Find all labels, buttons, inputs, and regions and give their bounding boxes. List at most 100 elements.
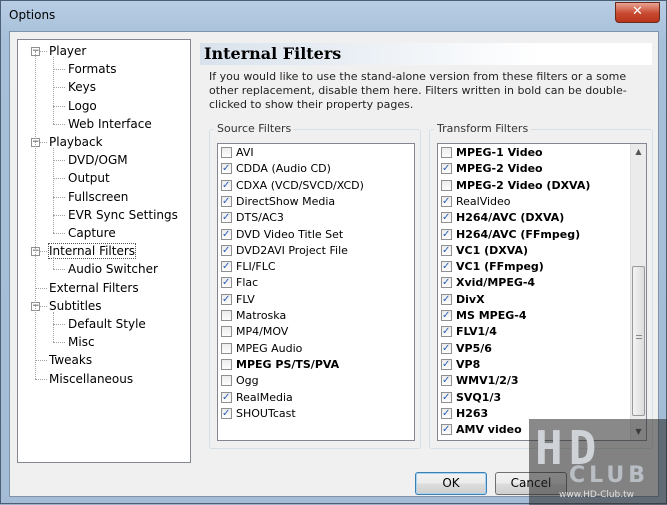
tree-item[interactable]: Web Interface xyxy=(68,115,152,133)
title-bar[interactable]: Options ✕ xyxy=(1,1,666,31)
tree-item-label: Playback xyxy=(49,135,103,149)
filter-checkbox[interactable] xyxy=(441,275,452,291)
filter-checkbox[interactable] xyxy=(221,147,232,158)
tree-item-label: Misc xyxy=(68,335,95,350)
filter-label: H263 xyxy=(456,406,489,420)
filter-label: CDDA (Audio CD) xyxy=(236,162,331,176)
window-title: Options xyxy=(9,8,56,22)
filter-checkbox[interactable] xyxy=(441,406,452,422)
tree-item-label: Subtitles xyxy=(49,298,102,313)
tree-item[interactable]: Formats xyxy=(68,60,117,78)
filter-checkbox[interactable] xyxy=(221,326,232,338)
tree-item[interactable]: Misc xyxy=(68,333,95,351)
tree-item[interactable]: Playback xyxy=(49,133,103,151)
filter-label: WMV1/2/3 xyxy=(456,374,519,388)
transform-filters-group: Transform Filters AMV video H263 SVQ1/3 WMV… xyxy=(429,122,653,449)
filter-checkbox[interactable] xyxy=(221,375,232,387)
filter-label: VP8 xyxy=(456,357,481,371)
filter-label: MPEG-2 Video (DXVA) xyxy=(456,178,591,192)
filter-label: MP4/MOV xyxy=(236,325,289,339)
tree-item-label: Default Style xyxy=(68,317,146,331)
filter-checkbox[interactable] xyxy=(441,324,452,340)
filter-checkbox[interactable] xyxy=(441,227,452,243)
tree-item[interactable]: Internal Filters xyxy=(47,242,137,260)
filter-checkbox[interactable] xyxy=(441,373,452,389)
tree-item[interactable]: Logo xyxy=(68,97,97,115)
tree-item-label: Fullscreen xyxy=(68,189,129,204)
filter-label: MPEG Audio xyxy=(236,341,303,355)
filter-checkbox[interactable] xyxy=(441,259,452,275)
tree-item-label: Keys xyxy=(68,80,97,95)
tree-item-label: DVD/OGM xyxy=(68,153,128,168)
filter-checkbox[interactable] xyxy=(441,422,452,438)
watermark-url: www.HD-Club.tw xyxy=(559,490,635,500)
filter-checkbox[interactable] xyxy=(221,210,232,226)
filter-label: DirectShow Media xyxy=(236,194,336,208)
filter-checkbox[interactable] xyxy=(441,308,452,324)
filter-checkbox[interactable] xyxy=(221,194,232,210)
transform-filters-list[interactable]: AMV video H263 SVQ1/3 WMV1/2/3 VP8 VP5/6 FLV1/… xyxy=(437,143,647,441)
tree-item-label: Web Interface xyxy=(68,116,152,131)
filter-checkbox[interactable] xyxy=(441,390,452,406)
source-filters-list[interactable]: SHOUTcast RealMedia Ogg MPEG PS/TS/PVA MPEG … xyxy=(217,143,415,441)
filter-checkbox[interactable] xyxy=(221,161,232,177)
filter-label: H264/AVC (DXVA) xyxy=(456,211,565,225)
filter-label: SHOUTcast xyxy=(236,406,296,420)
filter-label: FLI/FLC xyxy=(236,260,276,274)
filter-label: AMV video xyxy=(456,423,522,437)
tree-item[interactable]: Audio Switcher xyxy=(68,260,158,278)
scroll-up-icon[interactable]: ▲ xyxy=(631,144,646,160)
scroll-thumb[interactable] xyxy=(632,266,645,416)
tree-item[interactable]: Keys xyxy=(68,78,96,96)
tree-item[interactable]: Fullscreen xyxy=(68,188,128,206)
tree-item[interactable]: Capture xyxy=(68,224,116,242)
filter-checkbox[interactable] xyxy=(221,243,232,259)
filter-checkbox[interactable] xyxy=(221,390,232,406)
tree-item[interactable]: External Filters xyxy=(49,279,139,297)
filter-label: AVI xyxy=(236,146,254,159)
ok-button[interactable]: OK xyxy=(415,472,487,495)
transform-filters-label: Transform Filters xyxy=(434,122,532,135)
tree-item[interactable]: Miscellaneous xyxy=(49,370,133,388)
tree-item-label: Tweaks xyxy=(49,353,93,368)
filter-checkbox[interactable] xyxy=(221,227,232,243)
tree-item-label: Audio Switcher xyxy=(68,262,158,277)
filter-label: MS MPEG-4 xyxy=(456,309,527,322)
filter-checkbox[interactable] xyxy=(441,147,452,158)
tree-item[interactable]: DVD/OGM xyxy=(68,151,128,169)
filter-label: SVQ1/3 xyxy=(456,390,502,404)
tree-item-label: Formats xyxy=(68,62,117,77)
filter-checkbox[interactable] xyxy=(441,292,452,308)
filter-checkbox[interactable] xyxy=(221,342,232,354)
filter-checkbox[interactable] xyxy=(441,243,452,259)
filter-checkbox[interactable] xyxy=(221,292,232,308)
tree-item[interactable]: Output xyxy=(68,169,110,187)
tree-item[interactable]: Tweaks xyxy=(49,351,92,369)
tree-item[interactable]: Player xyxy=(49,42,86,60)
filter-label: DVD2AVI Project File xyxy=(236,243,348,257)
tree-item[interactable]: Subtitles xyxy=(49,297,102,315)
filter-checkbox[interactable] xyxy=(221,259,232,275)
filter-label: VC1 (DXVA) xyxy=(456,243,529,257)
filter-label: MPEG-1 Video xyxy=(456,146,543,159)
filter-checkbox[interactable] xyxy=(441,179,452,191)
tree-item-label: Output xyxy=(68,171,110,186)
tree-item-label: External Filters xyxy=(49,280,139,295)
filter-checkbox[interactable] xyxy=(441,357,452,373)
options-tree[interactable]: Player − Formats Keys Logo Web Interface Playb… xyxy=(17,39,191,463)
transform-list-scrollbar[interactable]: ▲ ▼ xyxy=(630,144,646,440)
filter-label: VC1 (FFmpeg) xyxy=(456,260,544,274)
tree-item[interactable]: Default Style xyxy=(68,315,146,333)
close-button[interactable]: ✕ xyxy=(615,2,660,23)
tree-item[interactable]: EVR Sync Settings xyxy=(68,206,178,224)
filter-checkbox[interactable] xyxy=(441,210,452,226)
filter-checkbox[interactable] xyxy=(441,161,452,177)
filter-checkbox[interactable] xyxy=(221,358,232,370)
filter-checkbox[interactable] xyxy=(221,275,232,291)
filter-checkbox[interactable] xyxy=(221,406,232,422)
filter-checkbox[interactable] xyxy=(441,341,452,357)
filter-label: RealVideo xyxy=(456,194,511,208)
filter-checkbox[interactable] xyxy=(221,310,232,321)
filter-checkbox[interactable] xyxy=(441,194,452,210)
filter-checkbox[interactable] xyxy=(221,178,232,194)
